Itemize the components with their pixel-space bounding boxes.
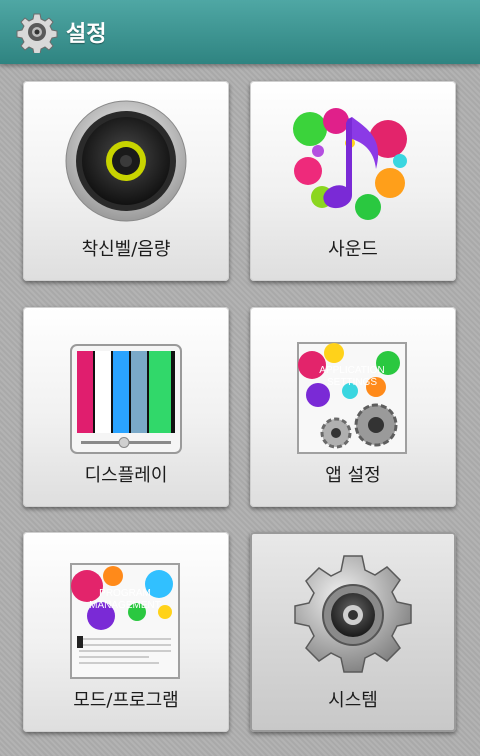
page-title: 설정 [66, 22, 107, 47]
tile-label: 디스플레이 [84, 465, 168, 486]
system-gear-icon [294, 555, 412, 673]
art-text-line-2: SETTINGS [327, 377, 377, 388]
speaker-icon [65, 100, 187, 222]
tile-app-settings[interactable]: APPLICATION SETTINGS 앱 설정 [250, 307, 456, 507]
gear-icon [16, 13, 58, 53]
tile-label: 사운드 [328, 239, 378, 260]
tile-mode-program[interactable]: PROGRAM MANAGEMENT 모드/프로그램 [23, 532, 229, 732]
tile-display[interactable]: 디스플레이 [23, 307, 229, 507]
tile-label: 앱 설정 [325, 465, 381, 486]
music-note-icon [293, 108, 407, 220]
art-text-line-1: APPLICATION [319, 365, 384, 376]
tile-label: 모드/프로그램 [73, 690, 179, 711]
art-text-line-2: MANAGEMENT [89, 600, 161, 611]
title-bar: 설정 [0, 0, 480, 64]
program-management-icon: PROGRAM MANAGEMENT [70, 563, 180, 679]
tile-ringtone-volume[interactable]: 착신벨/음량 [23, 81, 229, 281]
tile-system[interactable]: 시스템 [250, 532, 456, 732]
tile-sound[interactable]: 사운드 [250, 81, 456, 281]
tile-label: 시스템 [328, 690, 378, 711]
tile-label: 착신벨/음량 [81, 239, 171, 260]
app-settings-icon: APPLICATION SETTINGS [297, 342, 407, 454]
display-icon [70, 344, 182, 454]
art-text-line-1: PROGRAM [99, 588, 151, 599]
